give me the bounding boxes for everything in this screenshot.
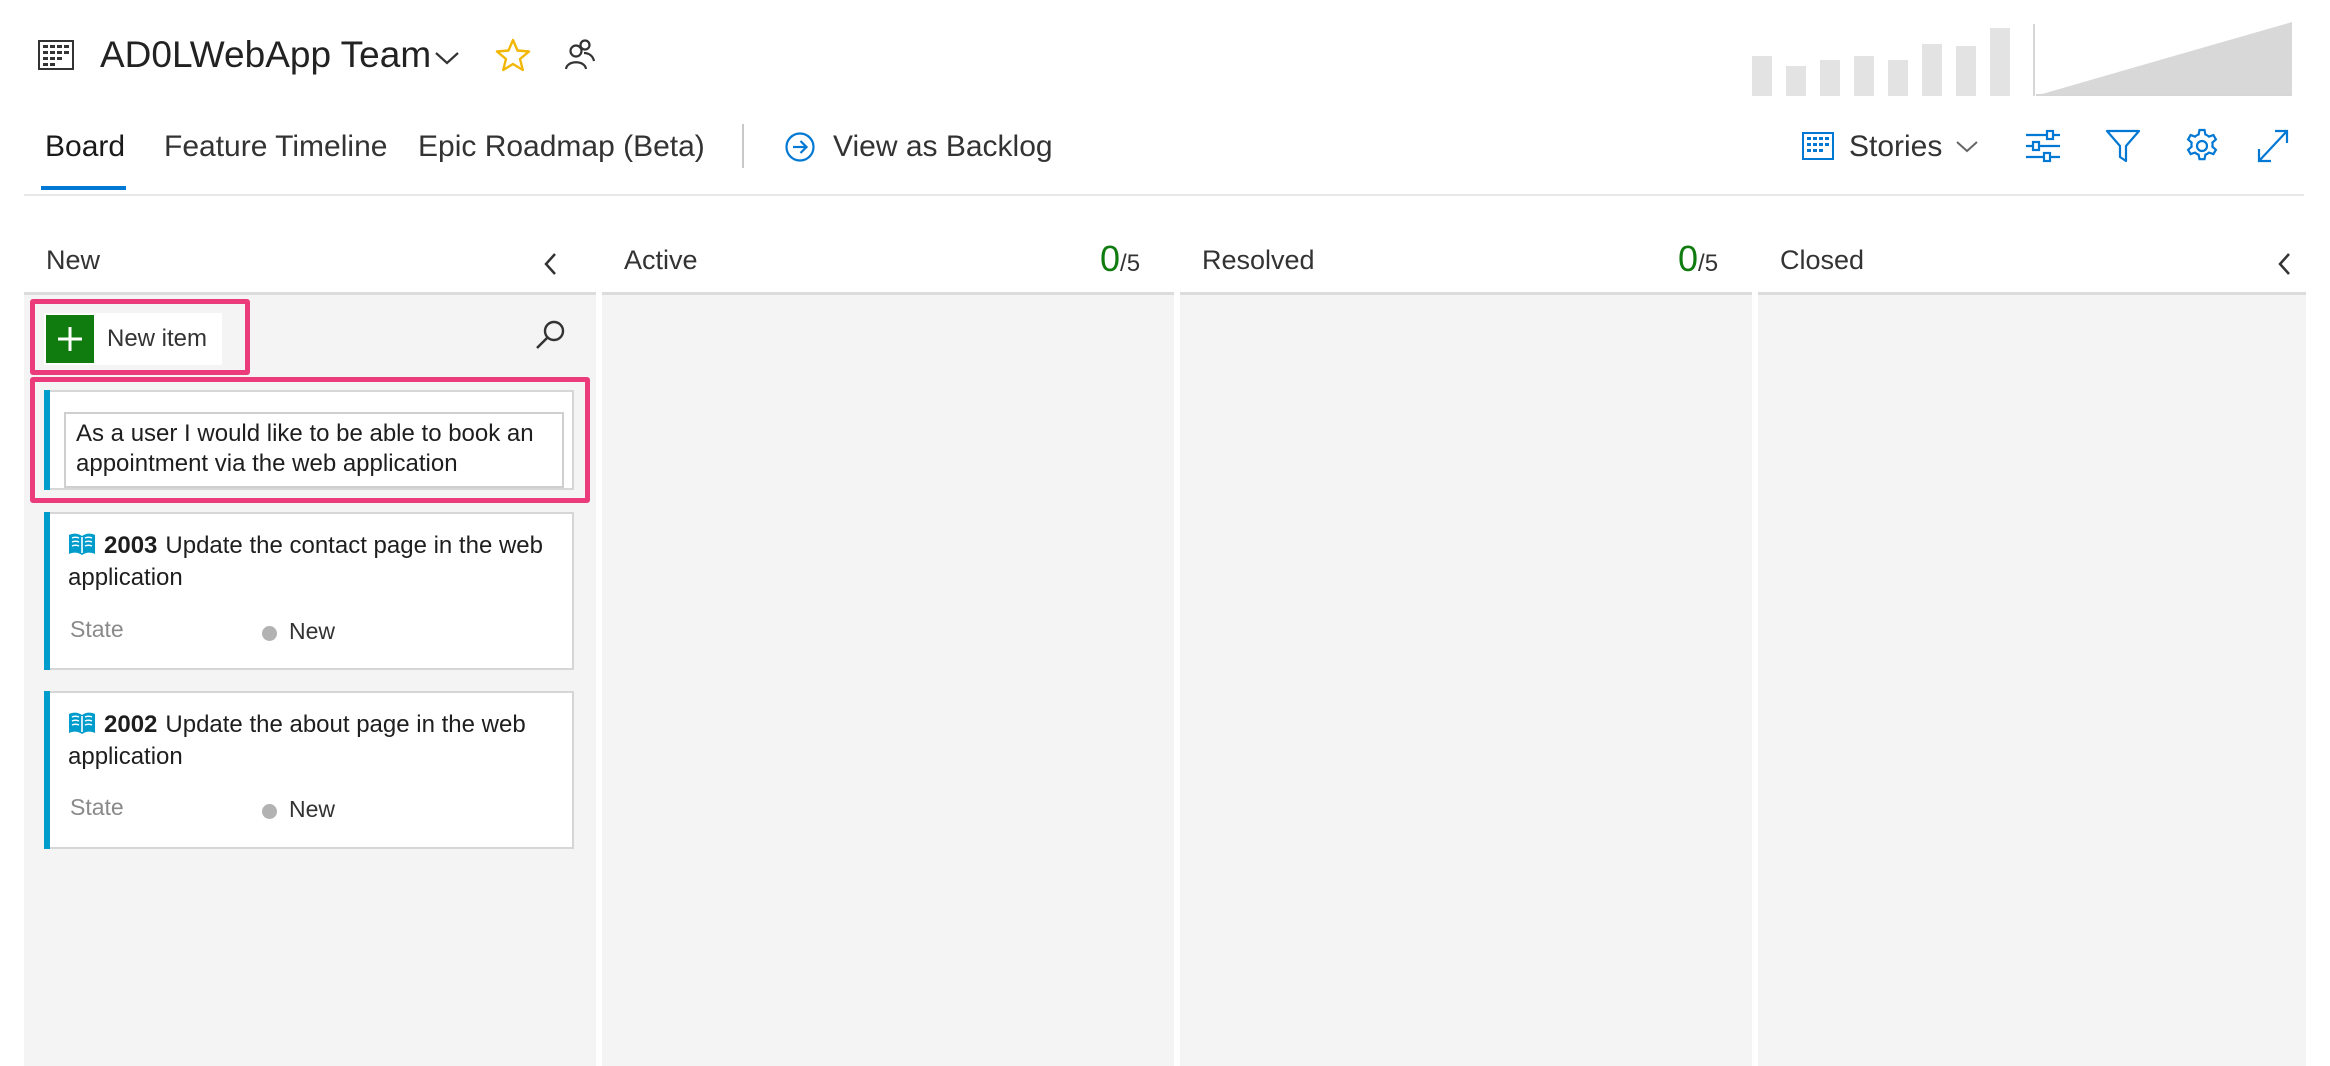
column-resolved	[1180, 295, 1752, 1066]
column-closed	[1758, 295, 2306, 1066]
backlog-level-selector[interactable]: Stories	[1849, 130, 1942, 164]
board-grid-icon	[38, 40, 74, 70]
wip-current: 0	[1100, 238, 1121, 279]
header-divider	[24, 194, 2304, 196]
card-accent-bar	[44, 691, 50, 849]
tab-epic-roadmap[interactable]: Epic Roadmap (Beta)	[418, 130, 705, 164]
state-value[interactable]: New	[289, 618, 335, 645]
view-as-backlog-link[interactable]: View as Backlog	[833, 130, 1053, 164]
tab-divider	[742, 124, 744, 168]
tab-board[interactable]: Board	[45, 130, 125, 164]
user-story-icon	[68, 711, 96, 735]
wip-limit: /5	[1698, 250, 1719, 277]
state-value[interactable]: New	[289, 796, 335, 823]
fullscreen-expand-icon[interactable]	[2256, 128, 2290, 164]
board-grid-icon	[1802, 132, 1834, 160]
team-members-icon[interactable]	[562, 38, 596, 72]
annotation-highlight	[30, 377, 590, 503]
field-label-state: State	[70, 616, 124, 642]
star-icon[interactable]	[495, 38, 531, 72]
tab-feature-timeline[interactable]: Feature Timeline	[164, 130, 387, 164]
gear-icon[interactable]	[2184, 128, 2220, 164]
chevron-down-icon[interactable]	[1955, 140, 1979, 154]
chevron-down-icon[interactable]	[434, 50, 460, 66]
state-indicator	[262, 626, 277, 641]
work-item-card[interactable]: 2003 Update the contact page in the web a…	[44, 512, 574, 670]
work-item-card[interactable]: 2002 Update the about page in the web app…	[44, 691, 574, 849]
card-title: 2002 Update the about page in the web app…	[68, 709, 548, 773]
column-header-active: Active	[624, 245, 698, 275]
wip-limit: /5	[1120, 250, 1141, 277]
wip-current: 0	[1678, 238, 1699, 279]
tab-selected-indicator	[41, 186, 126, 190]
settings-sliders-icon[interactable]	[2024, 128, 2062, 164]
card-title: 2003 Update the contact page in the web a…	[68, 530, 548, 594]
card-id[interactable]: 2003	[104, 532, 157, 559]
chevron-left-icon[interactable]	[543, 252, 559, 276]
chevron-left-icon[interactable]	[2277, 252, 2293, 276]
arrow-circle-right-icon[interactable]	[784, 131, 816, 163]
field-label-state: State	[70, 794, 124, 820]
column-header-closed: Closed	[1780, 245, 1865, 275]
card-id[interactable]: 2002	[104, 711, 157, 738]
velocity-sparkline[interactable]	[1752, 22, 2292, 96]
wip-count-resolved: 0/5	[1678, 238, 1718, 280]
column-header-new: New	[46, 245, 101, 275]
annotation-highlight	[30, 299, 250, 375]
state-indicator	[262, 804, 277, 819]
filter-icon[interactable]	[2105, 128, 2141, 164]
team-name[interactable]: AD0LWebApp Team	[100, 34, 431, 76]
search-icon[interactable]	[534, 318, 568, 352]
card-accent-bar	[44, 512, 50, 670]
column-header-resolved: Resolved	[1202, 245, 1315, 275]
column-active	[602, 295, 1174, 1066]
user-story-icon	[68, 532, 96, 556]
wip-count-active: 0/5	[1100, 238, 1140, 280]
